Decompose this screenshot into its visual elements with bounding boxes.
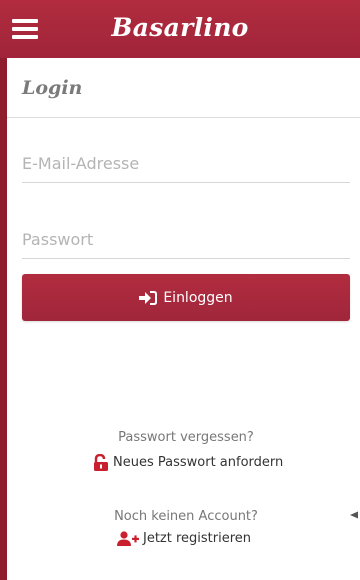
request-new-password-link[interactable]: Neues Passwort anfordern bbox=[93, 452, 283, 472]
register-link[interactable]: Jetzt registrieren bbox=[117, 528, 251, 548]
user-plus-icon bbox=[117, 530, 139, 546]
unlock-icon bbox=[94, 453, 108, 471]
app-header: Basarlino bbox=[0, 0, 360, 58]
request-new-password-label: Neues Passwort anfordern bbox=[113, 454, 284, 470]
forgot-password-question: Passwort vergessen? bbox=[118, 430, 254, 445]
left-accent-border bbox=[0, 58, 7, 580]
page-title: Login bbox=[22, 77, 83, 99]
email-field[interactable] bbox=[22, 144, 350, 183]
login-button-label: Einloggen bbox=[163, 289, 233, 306]
login-button[interactable]: Einloggen bbox=[22, 274, 350, 321]
no-account-question: Noch keinen Account? bbox=[114, 509, 258, 524]
password-field[interactable] bbox=[22, 220, 350, 259]
register-label: Jetzt registrieren bbox=[143, 530, 252, 546]
arrow-left-icon bbox=[350, 511, 358, 519]
brand-logo: Basarlino bbox=[111, 13, 249, 42]
page-title-bar: Login bbox=[7, 58, 360, 118]
sign-in-icon bbox=[139, 290, 158, 305]
